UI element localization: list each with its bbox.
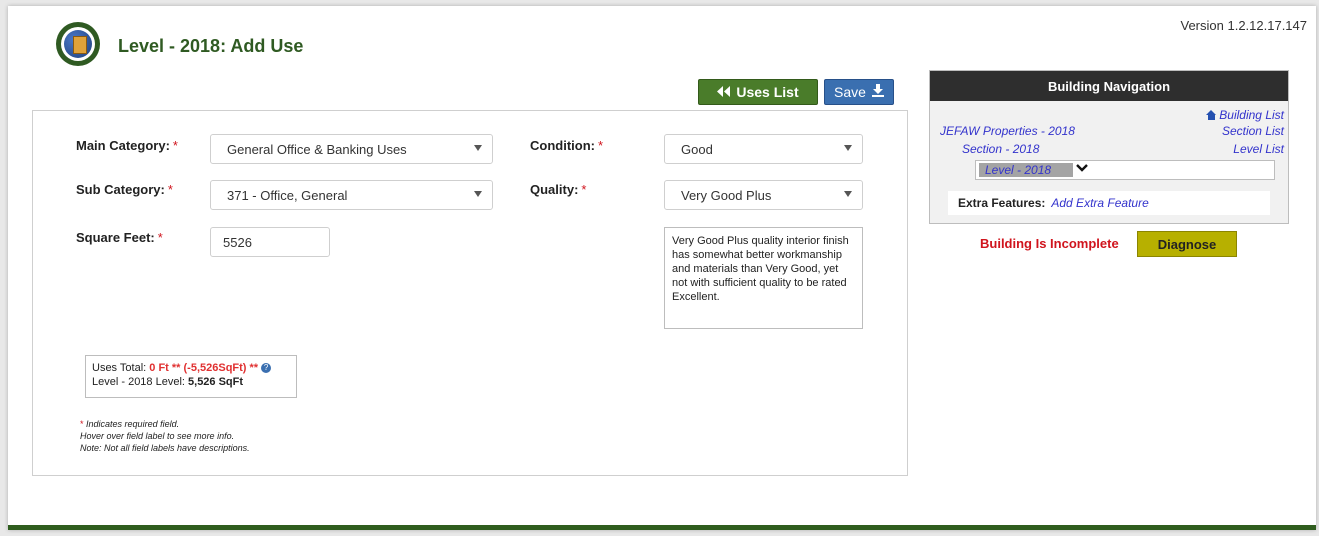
version-label: Version 1.2.12.17.147 — [1180, 18, 1308, 33]
sub-category-label[interactable]: Sub Category: * — [76, 182, 173, 197]
square-feet-value: 5526 — [223, 234, 252, 250]
chevron-down-icon — [844, 145, 852, 151]
sub-category-select[interactable]: 371 - Office, General — [210, 180, 493, 210]
chevron-down-icon[interactable] — [1076, 162, 1088, 176]
app-logo — [56, 22, 100, 66]
uses-total-value: 0 Ft ** (-5,526SqFt) ** — [149, 362, 259, 374]
add-extra-feature-link[interactable]: Add Extra Feature — [1051, 196, 1148, 210]
page-title: Level - 2018: Add Use — [118, 36, 304, 56]
properties-link[interactable]: JEFAW Properties - 2018 — [940, 124, 1075, 138]
level-total-row: Level - 2018 Level: 5,526 SqFt — [92, 375, 290, 389]
square-feet-label[interactable]: Square Feet: * — [76, 230, 163, 245]
required-mark: * — [172, 138, 178, 153]
level-list-link[interactable]: Level List — [1233, 142, 1284, 156]
sub-category-label-text: Sub Category: — [76, 182, 165, 197]
building-navigation-panel: Building Navigation Building List JEFAW … — [929, 70, 1289, 224]
info-icon[interactable]: ? — [261, 363, 272, 374]
square-feet-input[interactable]: 5526 — [210, 227, 330, 257]
current-level-row: Level - 2018 — [975, 160, 1275, 180]
note-required-text: Indicates required field. — [86, 419, 180, 429]
building-list-link[interactable]: Building List — [1206, 108, 1284, 122]
section-link[interactable]: Section - 2018 — [962, 142, 1039, 156]
main-category-select[interactable]: General Office & Banking Uses — [210, 134, 493, 164]
condition-label[interactable]: Condition: * — [530, 138, 603, 153]
note-hover: Hover over field label to see more info. — [80, 431, 235, 441]
uses-list-label: Uses List — [736, 84, 799, 100]
quality-label-text: Quality: — [530, 182, 579, 197]
diagnose-button[interactable]: Diagnose — [1137, 231, 1237, 257]
level-total-value: 5,526 SqFt — [188, 376, 244, 388]
quality-select[interactable]: Very Good Plus — [664, 180, 863, 210]
building-status-text: Building Is Incomplete — [980, 236, 1119, 251]
sub-category-value: 371 - Office, General — [227, 187, 348, 203]
uses-list-button[interactable]: Uses List — [698, 79, 818, 105]
condition-select[interactable]: Good — [664, 134, 863, 164]
footer-bar — [8, 525, 1316, 530]
chevron-down-icon — [844, 191, 852, 197]
condition-value: Good — [681, 141, 713, 157]
required-mark: * — [581, 182, 587, 197]
current-level-link[interactable]: Level - 2018 — [979, 163, 1073, 177]
uses-total-label: Uses Total: — [92, 362, 147, 374]
uses-totals-box: Uses Total: 0 Ft ** (-5,526SqFt) ** ? Le… — [85, 355, 297, 398]
save-label: Save — [834, 84, 866, 100]
logo-ring — [61, 27, 95, 61]
building-navigation-header: Building Navigation — [930, 71, 1288, 101]
required-mark: * — [80, 419, 84, 429]
condition-label-text: Condition: — [530, 138, 595, 153]
extra-features-row: Extra Features: Add Extra Feature — [948, 191, 1270, 215]
quality-label[interactable]: Quality: * — [530, 182, 586, 197]
note-required: * Indicates required field. — [80, 418, 250, 430]
level-total-label: Level - 2018 Level: — [92, 376, 185, 388]
building-list-label: Building List — [1219, 108, 1284, 122]
form-notes: * Indicates required field. Hover over f… — [80, 418, 250, 454]
section-list-link[interactable]: Section List — [1222, 124, 1284, 138]
chevron-down-icon — [474, 191, 482, 197]
chevron-down-icon — [474, 145, 482, 151]
quality-value: Very Good Plus — [681, 187, 772, 203]
main-category-label[interactable]: Main Category: * — [76, 138, 178, 153]
save-button[interactable]: Save — [824, 79, 894, 105]
required-mark: * — [167, 182, 173, 197]
quality-description: Very Good Plus quality interior finish h… — [664, 227, 863, 329]
required-mark: * — [157, 230, 163, 245]
double-chevron-left-icon — [717, 84, 731, 100]
main-category-label-text: Main Category: — [76, 138, 170, 153]
square-feet-label-text: Square Feet: — [76, 230, 155, 245]
home-icon — [1206, 110, 1217, 120]
note-descriptions: Note: Not all field labels have descript… — [80, 443, 250, 453]
logo-building-icon — [64, 30, 92, 58]
uses-total-row: Uses Total: 0 Ft ** (-5,526SqFt) ** ? — [92, 361, 290, 375]
main-category-value: General Office & Banking Uses — [227, 141, 407, 157]
extra-features-label: Extra Features: — [958, 196, 1046, 210]
download-icon — [871, 84, 884, 100]
required-mark: * — [597, 138, 604, 153]
